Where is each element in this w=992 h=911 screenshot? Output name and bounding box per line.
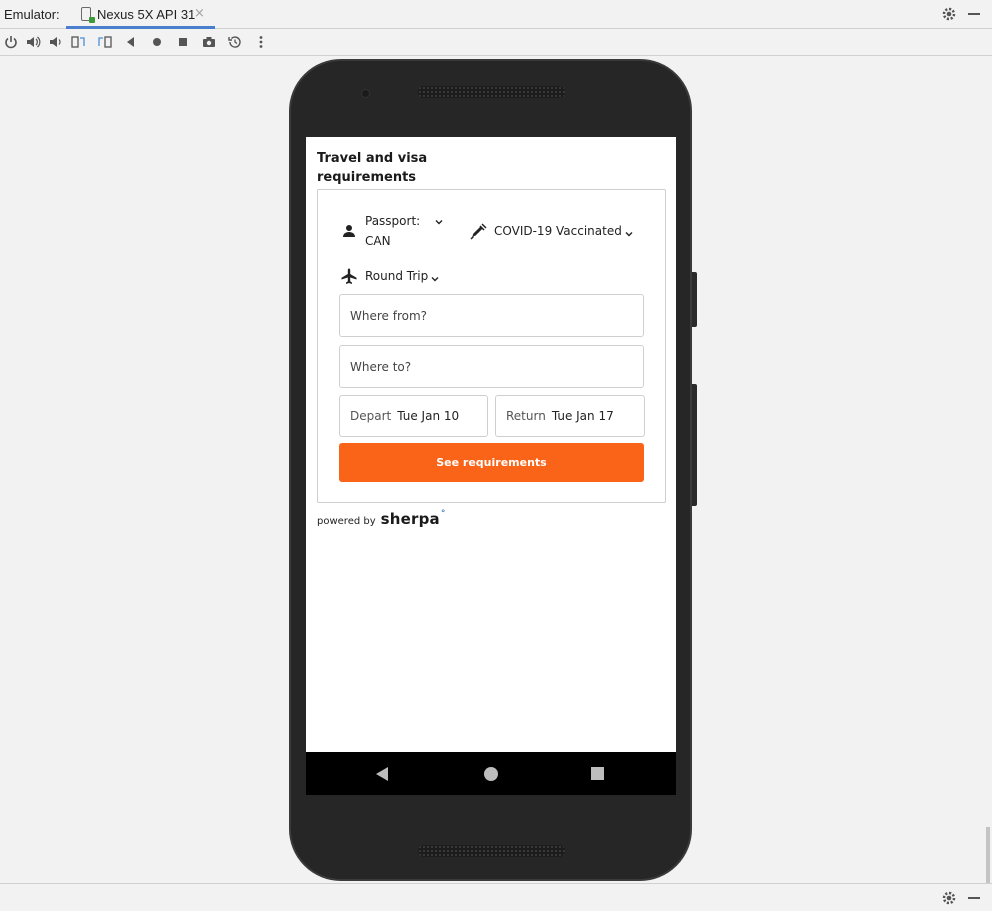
device-icon xyxy=(81,7,95,23)
where-to-input[interactable] xyxy=(339,345,644,388)
return-date-field[interactable]: Return Tue Jan 17 xyxy=(495,395,645,437)
person-icon xyxy=(341,223,357,239)
return-value: Tue Jan 17 xyxy=(551,409,614,423)
device-tab[interactable]: Nexus 5X API 31 × xyxy=(66,0,215,29)
camera-icon xyxy=(361,89,370,98)
emulator-label: Emulator: xyxy=(4,7,60,22)
minimize-icon[interactable] xyxy=(968,13,980,15)
chevron-down-icon[interactable] xyxy=(430,269,440,282)
phone-power-button[interactable] xyxy=(692,272,697,327)
sherpa-logo: sherpa xyxy=(380,510,440,528)
where-from-input[interactable] xyxy=(339,294,644,337)
chevron-down-icon[interactable] xyxy=(624,224,634,237)
phone-screen: Travel and visa requirements Passport: C… xyxy=(306,137,676,752)
more-icon[interactable] xyxy=(253,34,269,50)
home-icon[interactable] xyxy=(149,34,165,50)
passport-value: CAN xyxy=(365,234,391,248)
rotate-right-icon[interactable] xyxy=(97,34,113,50)
syringe-icon xyxy=(470,223,487,240)
powered-by-label: powered by xyxy=(317,516,376,527)
scrollbar[interactable] xyxy=(986,827,990,883)
emulator-toolbar xyxy=(0,29,992,56)
close-tab-icon[interactable]: × xyxy=(194,6,205,21)
emulator-title-bar: Emulator: Nexus 5X API 31 × xyxy=(0,0,992,29)
depart-label: Depart xyxy=(350,409,392,423)
nav-back-icon[interactable] xyxy=(376,767,388,781)
phone-volume-button[interactable] xyxy=(692,384,697,506)
device-tab-title: Nexus 5X API 31 xyxy=(97,7,196,22)
rotate-left-icon[interactable] xyxy=(70,34,86,50)
power-icon[interactable] xyxy=(3,34,19,50)
android-nav-bar xyxy=(306,752,676,795)
minimize-icon[interactable] xyxy=(968,897,980,899)
overview-icon[interactable] xyxy=(175,34,191,50)
passport-selector[interactable]: Passport: CAN xyxy=(365,211,420,251)
trip-type-selector[interactable]: Round Trip xyxy=(365,266,428,286)
ide-bottom-bar xyxy=(0,883,992,911)
sherpa-logo-mark: ° xyxy=(440,509,446,519)
return-label: Return xyxy=(506,409,546,423)
chevron-down-icon[interactable] xyxy=(434,212,444,225)
nav-home-icon[interactable] xyxy=(484,767,498,781)
settings-gear-icon[interactable] xyxy=(941,890,957,906)
settings-gear-icon[interactable] xyxy=(941,6,957,22)
see-requirements-button[interactable]: See requirements xyxy=(339,443,644,482)
screenshot-icon[interactable] xyxy=(201,34,217,50)
depart-date-field[interactable]: Depart Tue Jan 10 xyxy=(339,395,488,437)
snapshot-icon[interactable] xyxy=(227,34,243,50)
speaker-grille-top xyxy=(418,86,565,98)
volume-down-icon[interactable] xyxy=(47,34,63,50)
nav-recents-icon[interactable] xyxy=(591,767,604,780)
requirements-form-card: Passport: CAN COVID-19 Vaccinated Round … xyxy=(317,189,666,503)
airplane-icon xyxy=(340,267,358,285)
vaccination-selector[interactable]: COVID-19 Vaccinated xyxy=(494,221,622,241)
volume-up-icon[interactable] xyxy=(25,34,41,50)
back-icon[interactable] xyxy=(123,34,139,50)
speaker-grille-bottom xyxy=(418,845,565,857)
depart-value: Tue Jan 10 xyxy=(397,409,460,423)
powered-by-sherpa[interactable]: powered by sherpa ° xyxy=(317,509,446,528)
page-title: Travel and visa requirements xyxy=(317,151,428,185)
passport-label: Passport: xyxy=(365,214,421,228)
